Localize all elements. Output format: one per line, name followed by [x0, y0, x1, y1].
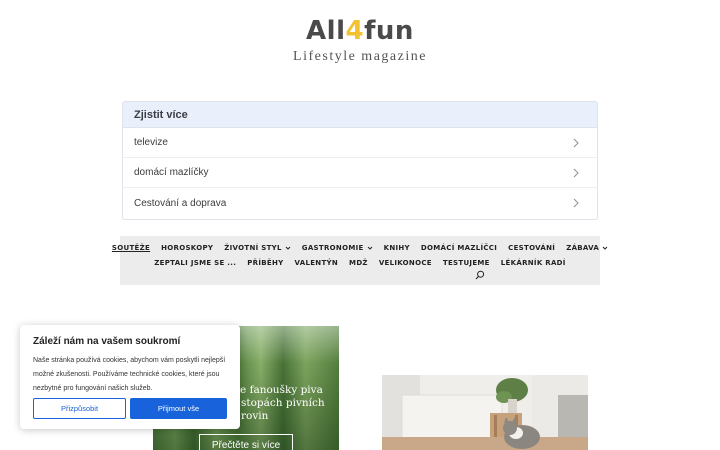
logo-part-fun: fun — [364, 16, 414, 46]
nav-item-lekarnik-radi[interactable]: LÉKÁRNÍK RADÍ — [501, 259, 566, 267]
chevron-down-icon — [285, 246, 291, 250]
accept-all-cookies-button[interactable]: Přijmout vše — [130, 398, 227, 419]
nav-item-zivotni-styl[interactable]: ŽIVOTNÍ STYL — [224, 244, 291, 252]
related-item-televize[interactable]: televize — [123, 128, 597, 158]
chevron-right-icon — [573, 138, 579, 147]
nav-item-knihy[interactable]: KNIHY — [384, 244, 410, 252]
card-image — [382, 375, 588, 450]
nav-item-cestovani[interactable]: CESTOVÁNÍ — [508, 244, 555, 252]
nav-item-label: GASTRONOMIE — [301, 244, 364, 252]
nav-item-label: ŽIVOTNÍ STYL — [224, 244, 282, 252]
nav-item-pribehy[interactable]: PŘÍBĚHY — [247, 259, 283, 267]
nav-item-mdz[interactable]: MDŽ — [349, 259, 368, 267]
nav-item-zeptali-jsme-se[interactable]: ZEPTALI JSME SE ... — [154, 259, 236, 267]
nav-item-valentyn[interactable]: VALENTÝN — [294, 259, 338, 267]
related-searches-header: Zjistit více — [123, 102, 597, 128]
read-more-button[interactable]: Přečtěte si více — [199, 434, 293, 450]
related-item-cestovani[interactable]: Cestování a doprava — [123, 188, 597, 218]
nav-item-testujeme[interactable]: TESTUJEME — [443, 259, 490, 267]
cookie-buttons: Přizpůsobit Přijmout vše — [33, 398, 227, 419]
cookie-description: Naše stránka používá cookies, abychom vá… — [33, 357, 226, 392]
related-searches-box: Zjistit více televize domácí mazlíčky Ce… — [122, 101, 598, 220]
nav-item-velikonoce[interactable]: VELIKONOCE — [379, 259, 432, 267]
featured-card-pet[interactable] — [382, 375, 588, 450]
related-item-label: Cestování a doprava — [134, 197, 227, 209]
nav-row-1: SOUTĚŽE HOROSKOPY ŽIVOTNÍ STYL GASTRONOM… — [112, 244, 608, 252]
search-icon[interactable] — [475, 270, 485, 280]
related-item-mazlicky[interactable]: domácí mazlíčky — [123, 158, 597, 188]
logo-tagline: Lifestyle magazine — [293, 49, 427, 64]
nav-item-horoskopy[interactable]: HOROSKOPY — [161, 244, 213, 252]
chevron-right-icon — [573, 198, 579, 208]
cookie-title: Záleží nám na vašem soukromí — [33, 336, 181, 347]
nav-item-zabava[interactable]: ZÁBAVA — [566, 244, 608, 252]
logo-part-four: 4 — [345, 16, 365, 46]
main-navigation: SOUTĚŽE HOROSKOPY ŽIVOTNÍ STYL GASTRONOM… — [112, 236, 608, 285]
nav-item-gastronomie[interactable]: GASTRONOMIE — [302, 244, 373, 252]
related-item-label: domácí mazlíčky — [134, 167, 209, 178]
chevron-down-icon — [602, 246, 608, 250]
related-item-label: televize — [134, 137, 168, 148]
nav-item-domaci-mazlicci[interactable]: DOMÁCÍ MAZLÍČCI — [421, 244, 497, 252]
nav-item-souteze[interactable]: SOUTĚŽE — [112, 244, 150, 252]
customize-cookies-button[interactable]: Přizpůsobit — [33, 398, 126, 419]
chevron-down-icon — [367, 246, 372, 250]
cookie-consent-banner: Záleží nám na vašem soukromí Naše stránk… — [20, 325, 240, 429]
site-logo[interactable]: All4fun Lifestyle magazine — [0, 14, 720, 66]
logo-wordmark: All4fun — [0, 14, 720, 48]
nav-item-label: ZÁBAVA — [566, 244, 600, 252]
logo-part-all: All — [306, 16, 346, 46]
chevron-right-icon — [573, 168, 579, 177]
nav-row-2: ZEPTALI JSME SE ... PŘÍBĚHY VALENTÝN MDŽ… — [120, 259, 600, 267]
